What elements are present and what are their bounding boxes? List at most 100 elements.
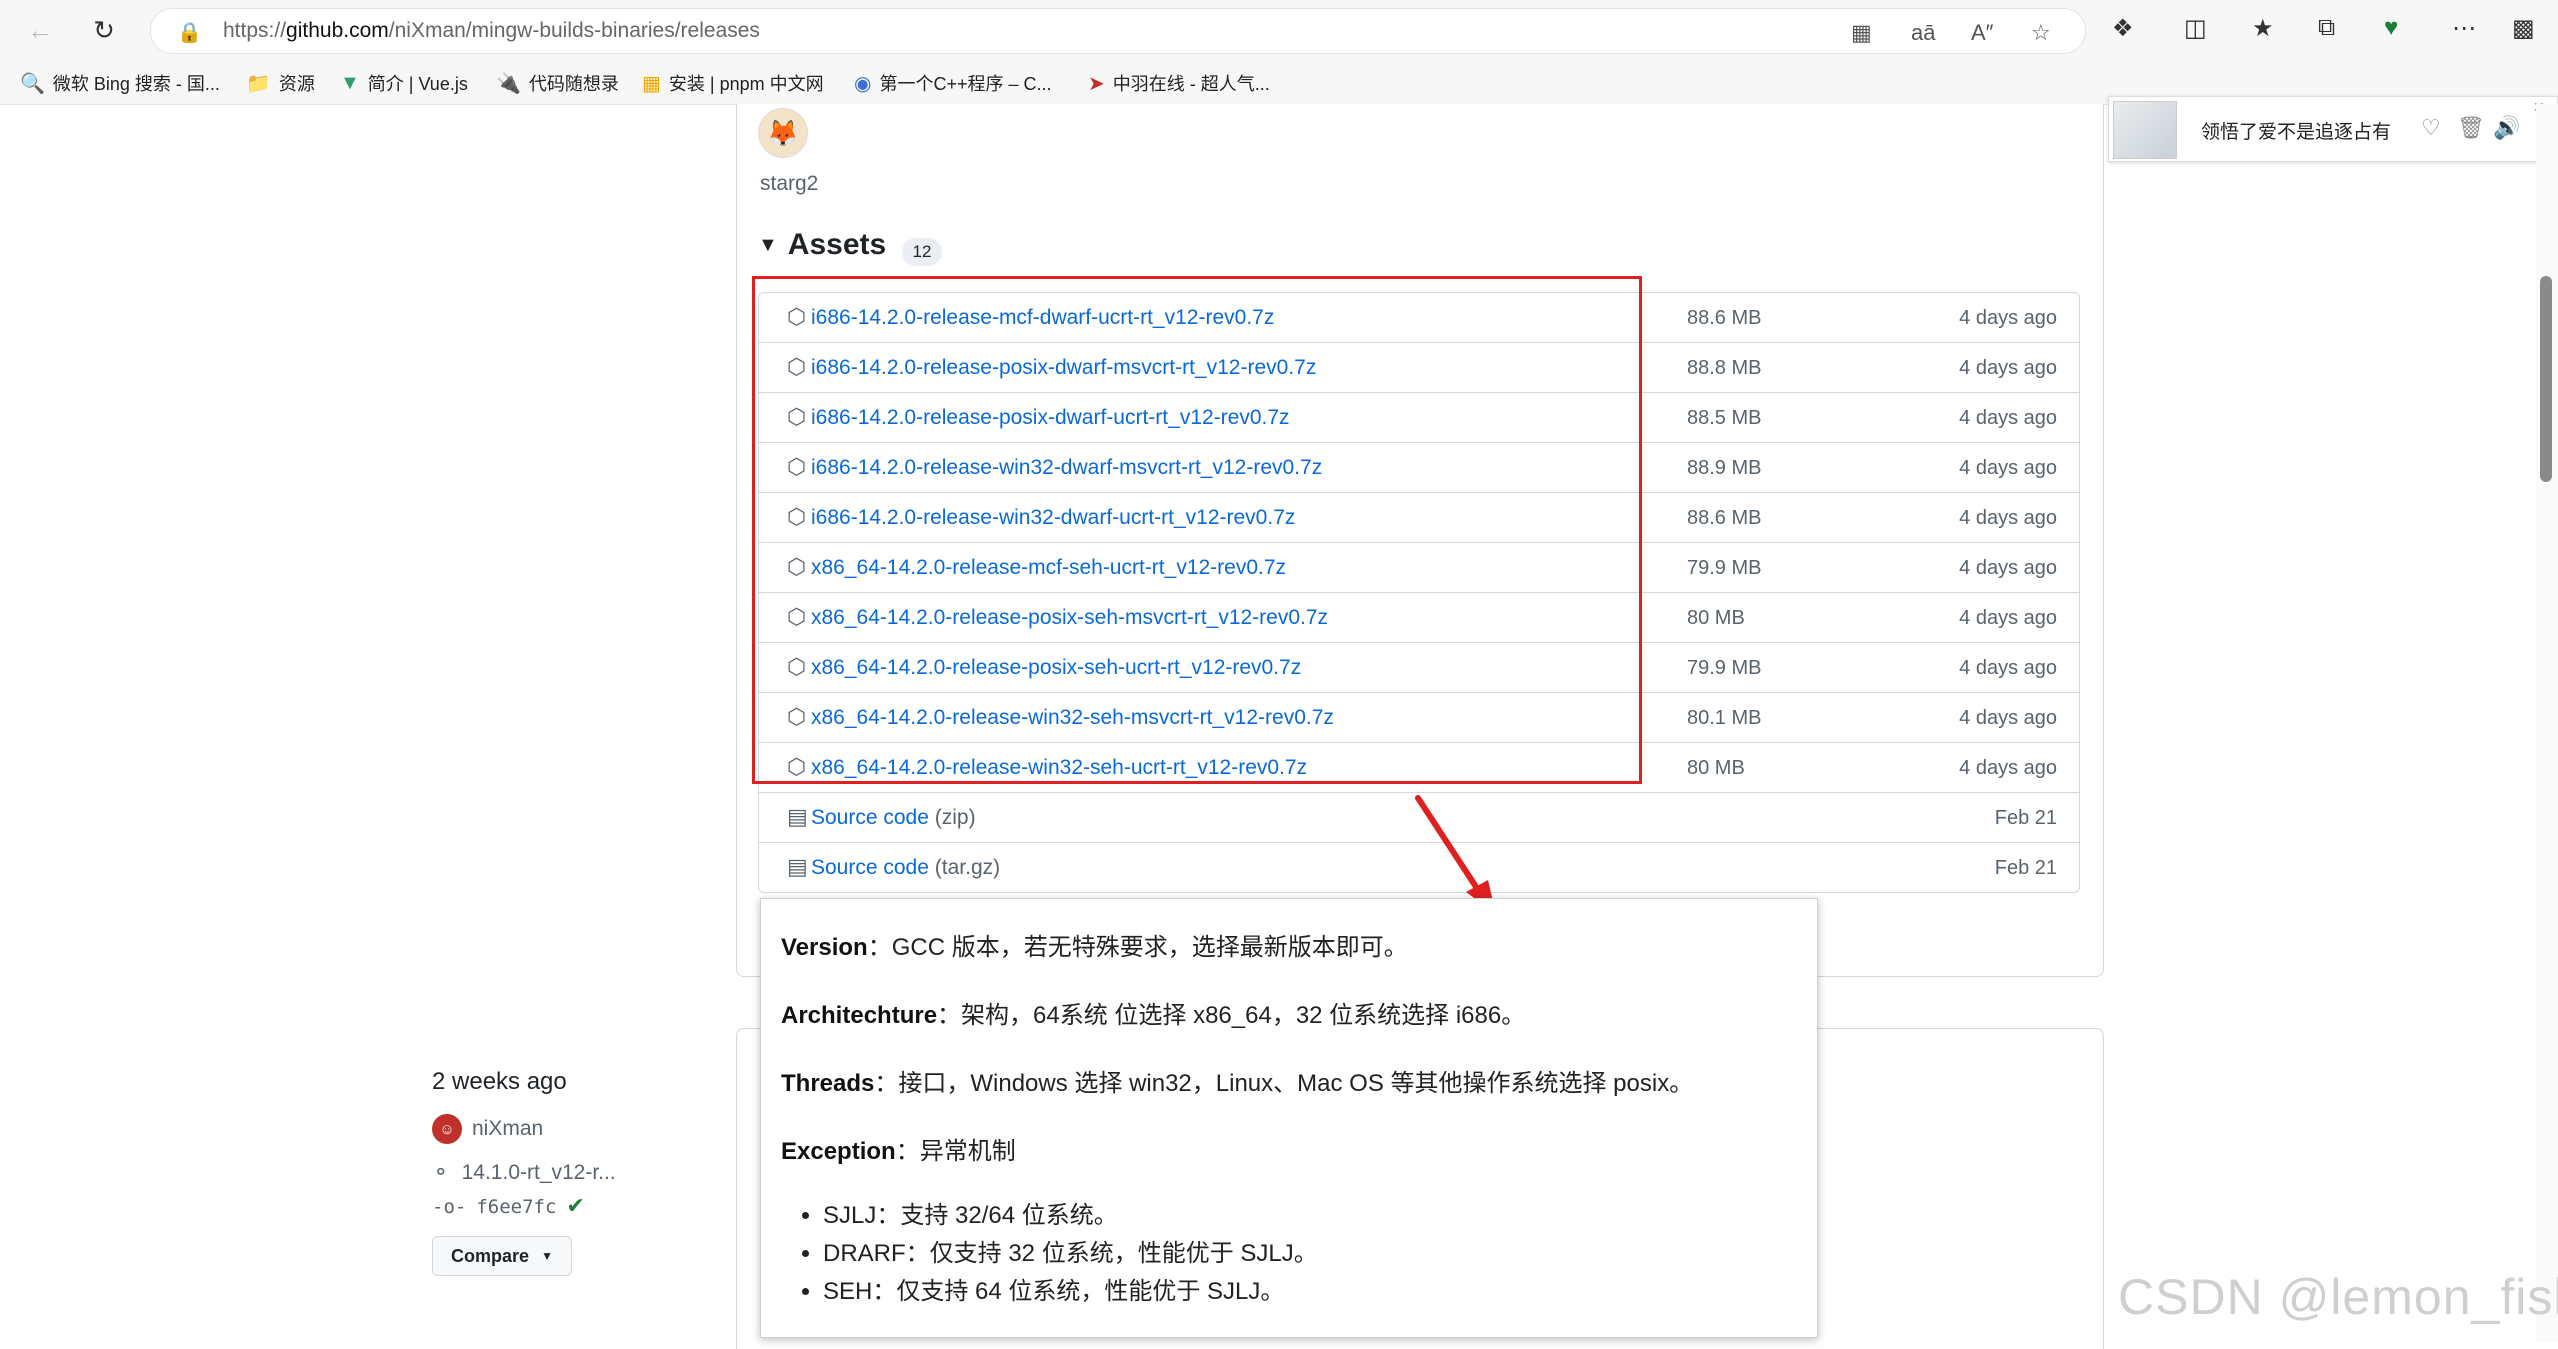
package-icon: ⬡ [787,704,807,729]
c-icon: ◉ [854,72,872,95]
asset-date: 4 days ago [1959,307,2057,329]
chevron-down-icon: ▼ [541,1249,553,1263]
split-screen-icon[interactable]: ◫ [2184,14,2207,43]
asset-date: 4 days ago [1959,407,2057,429]
favorites-icon[interactable]: ★ [2252,14,2274,43]
exception-list: SJLJ：支持 32/64 位系统。 DRARF：仅支持 32 位系统，性能优于… [781,1197,1318,1311]
asset-link[interactable]: x86_64-14.2.0-release-mcf-seh-ucrt-rt_v1… [811,556,1286,580]
asset-row: ⬡ x86_64-14.2.0-release-mcf-seh-ucrt-rt_v… [759,542,2079,592]
package-icon: ⬡ [787,454,807,479]
more-menu-icon[interactable]: ⋯ [2452,14,2476,43]
tag-icon: ⚬ [432,1161,450,1184]
list-item: DRARF：仅支持 32 位系统，性能优于 SJLJ。 [823,1235,1318,1273]
address-url[interactable]: https://github.com/niXman/mingw-builds-b… [223,19,760,43]
asset-link[interactable]: i686-14.2.0-release-win32-dwarf-msvcrt-r… [811,456,1322,480]
browser-toolbar: ← ↻ 🔒 https://github.com/niXman/mingw-bu… [0,0,2558,60]
volume-icon[interactable]: 🔊 [2493,115,2520,141]
asset-link[interactable]: i686-14.2.0-release-win32-dwarf-ucrt-rt_… [811,506,1295,530]
asset-date: 4 days ago [1959,757,2057,779]
assets-toggle[interactable]: ▼ Assets [758,228,886,262]
list-item: SEH：仅支持 64 位系统，性能优于 SJLJ。 [823,1273,1318,1311]
scrollbar-thumb[interactable] [2540,276,2552,482]
package-icon: ⬡ [787,654,807,679]
release-commit[interactable]: -o- f6ee7fc ✔ [432,1194,585,1219]
sidebar-toggle-icon[interactable]: ▩ [2512,14,2535,43]
refresh-icon[interactable]: ↻ [88,14,120,46]
asset-date: 4 days ago [1959,657,2057,679]
asset-date: 4 days ago [1959,707,2057,729]
bookmark-badminton[interactable]: ➤ 中羽在线 - 超人气... [1088,70,1270,96]
file-zip-icon: ▤ [787,804,808,829]
extensions-icon[interactable]: ❖ [2112,14,2134,43]
asset-row: ⬡ i686-14.2.0-release-win32-dwarf-ucrt-rt… [759,492,2079,542]
note-architecture: Architechture：架构，64系统 位选择 x86_64，32 位系统选… [781,1002,1526,1029]
asset-size: 80 MB [1687,757,1745,779]
asset-row: ⬡ x86_64-14.2.0-release-win32-seh-ucrt-rt… [759,742,2079,792]
bookmark-code[interactable]: 🔌 代码随想录 [496,70,619,96]
music-popup[interactable]: 领悟了爱不是追逐占有 ♡ 🗑 🔊 ✕ [2108,96,2558,162]
address-bar[interactable]: 🔒 https://github.com/niXman/mingw-builds… [150,8,2086,54]
asset-row: ⬡ i686-14.2.0-release-posix-dwarf-ucrt-rt… [759,392,2079,442]
asset-row: ⬡ x86_64-14.2.0-release-posix-seh-ucrt-rt… [759,642,2079,692]
asset-size: 88.9 MB [1687,457,1762,479]
album-thumbnail [2113,101,2177,159]
sidebar-author[interactable]: ☺ niXman [432,1114,543,1144]
release-author[interactable]: starg2 [760,172,818,196]
heart-icon[interactable]: ♡ [2421,115,2441,141]
source-date: Feb 21 [1994,857,2057,879]
watermark: CSDN @lemon_fish [2118,1269,2558,1325]
asset-link[interactable]: i686-14.2.0-release-posix-dwarf-ucrt-rt_… [811,406,1290,430]
caret-down-icon: ▼ [758,233,778,256]
explanation-note: Version：GCC 版本，若无特殊要求，选择最新版本即可。 Architec… [760,898,1818,1338]
asset-row: ⬡ i686-14.2.0-release-win32-dwarf-msvcrt-… [759,442,2079,492]
favorite-star-icon[interactable]: ☆ [2031,20,2051,46]
asset-link[interactable]: x86_64-14.2.0-release-win32-seh-msvcrt-r… [811,706,1334,730]
translate-icon[interactable]: aā [1911,20,1935,46]
asset-size: 79.9 MB [1687,657,1762,679]
bookmark-pnpm[interactable]: ▦ 安装 | pnpm 中文网 [642,70,824,96]
bookmark-vue[interactable]: ▼ 简介 | Vue.js [340,70,468,96]
browser-essentials-icon[interactable]: ♥ [2384,14,2398,42]
author-avatar[interactable]: 🦊 [758,108,808,158]
package-icon: ⬡ [787,754,807,779]
asset-row: ⬡ i686-14.2.0-release-mcf-dwarf-ucrt-rt_v… [759,293,2079,342]
list-item: SJLJ：支持 32/64 位系统。 [823,1197,1318,1235]
back-arrow-icon[interactable]: ← [24,14,56,46]
bookmark-bing[interactable]: 🔍 微软 Bing 搜索 - 国... [20,70,220,96]
release-time: 2 weeks ago [432,1068,567,1095]
collections-icon[interactable]: ⧉ [2318,14,2335,42]
asset-link[interactable]: i686-14.2.0-release-posix-dwarf-msvcrt-r… [811,356,1316,380]
source-link[interactable]: Source code (tar.gz) [811,856,1000,880]
app-grid-icon[interactable]: ▦ [1851,20,1872,46]
code-icon: 🔌 [496,72,521,95]
asset-link[interactable]: x86_64-14.2.0-release-posix-seh-ucrt-rt_… [811,656,1301,680]
read-aloud-icon[interactable]: A″ [1971,20,1993,46]
asset-size: 79.9 MB [1687,557,1762,579]
package-icon: ⬡ [787,304,807,329]
badminton-icon: ➤ [1088,72,1105,95]
asset-date: 4 days ago [1959,507,2057,529]
asset-row: ⬡ x86_64-14.2.0-release-posix-seh-msvcrt-… [759,592,2079,642]
avatar: ☺ [432,1114,462,1144]
asset-size: 80 MB [1687,607,1745,629]
asset-link[interactable]: i686-14.2.0-release-mcf-dwarf-ucrt-rt_v1… [811,306,1274,330]
release-tag[interactable]: ⚬ 14.1.0-rt_v12-r... [432,1160,616,1185]
note-exception: Exception：异常机制 [781,1138,1016,1165]
asset-link[interactable]: x86_64-14.2.0-release-posix-seh-msvcrt-r… [811,606,1328,630]
package-icon: ⬡ [787,554,807,579]
pnpm-icon: ▦ [642,72,661,95]
source-link[interactable]: Source code (zip) [811,806,976,830]
asset-row: ⬡ x86_64-14.2.0-release-win32-seh-msvcrt-… [759,692,2079,742]
asset-size: 88.6 MB [1687,307,1762,329]
compare-button[interactable]: Compare ▼ [432,1236,572,1276]
assets-count-badge: 12 [902,238,942,266]
asset-size: 80.1 MB [1687,707,1762,729]
trash-icon[interactable]: 🗑 [2457,115,2485,141]
lock-icon: 🔒 [177,22,202,44]
asset-link[interactable]: x86_64-14.2.0-release-win32-seh-ucrt-rt_… [811,756,1307,780]
note-version: Version：GCC 版本，若无特殊要求，选择最新版本即可。 [781,934,1408,961]
asset-date: 4 days ago [1959,357,2057,379]
bookmark-cpp[interactable]: ◉ 第一个C++程序 – C... [854,70,1052,96]
package-icon: ⬡ [787,604,807,629]
bookmark-resources[interactable]: 📁 资源 [246,70,315,96]
